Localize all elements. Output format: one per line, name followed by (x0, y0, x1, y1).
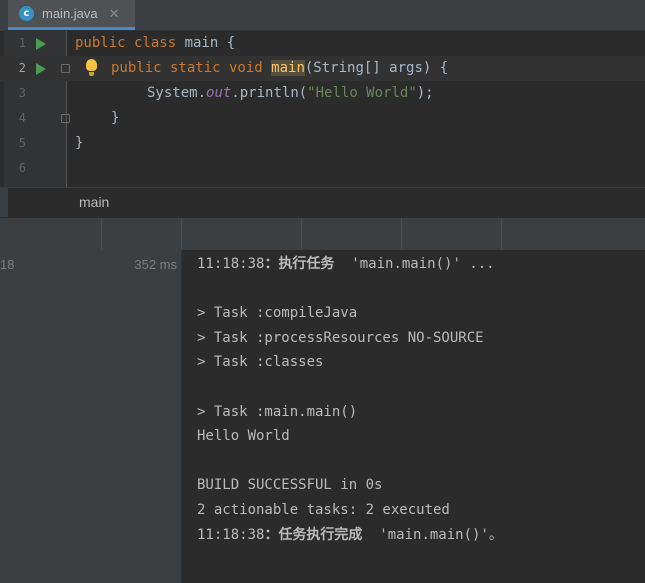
code-editor[interactable]: 1 public class main { 2 public static vo… (0, 31, 645, 187)
run-duration: 352 ms (134, 257, 177, 272)
code-token: main (184, 35, 219, 51)
console-line: 11:18:38：任务执行完成 'main.main()'。 (197, 526, 503, 543)
code-token: } (111, 110, 120, 126)
code-token: out (206, 85, 232, 101)
run-tree-panel: 18 352 ms (0, 250, 182, 583)
fold-marker-icon[interactable] (61, 114, 70, 123)
line-number: 2 (18, 61, 26, 75)
console-line: Hello World (197, 428, 290, 445)
code-token: } (75, 135, 84, 151)
console-line: > Task :main.main() (197, 403, 358, 420)
run-tree-label: 18 (0, 257, 15, 272)
console-line: 11:18:38：执行任务 'main.main()' ... (197, 256, 495, 272)
run-class-icon[interactable] (36, 38, 46, 50)
code-line-6[interactable]: 6 (0, 156, 645, 181)
fold-marker-icon[interactable] (61, 64, 70, 73)
console-line: > Task :compileJava (197, 305, 358, 322)
tab-main-java[interactable]: c main.java ✕ (8, 0, 135, 30)
code-line-1[interactable]: 1 public class main { (0, 31, 645, 56)
run-method-icon[interactable] (36, 63, 46, 75)
console-line: BUILD SUCCESSFUL in 0s (197, 477, 383, 494)
line-number: 6 (18, 161, 26, 175)
code-token: ); (416, 85, 434, 101)
code-token: (String[] args) { (304, 60, 449, 76)
console-output[interactable]: 11:18:38：执行任务 'main.main()' ... > Task :… (182, 250, 645, 583)
code-token: public static void (111, 60, 272, 76)
code-line-5[interactable]: 5 } (0, 131, 645, 156)
tab-filename: main.java (42, 6, 98, 21)
code-token: public class (75, 35, 185, 51)
breadcrumb: main (0, 187, 645, 217)
lightbulb-icon[interactable] (86, 59, 97, 76)
code-line-3[interactable]: 3 System.out.println("Hello World"); (0, 81, 645, 106)
console-line: 2 actionable tasks: 2 executed (197, 502, 450, 518)
line-number: 3 (18, 86, 26, 100)
java-class-icon: c (19, 6, 34, 21)
console-line: > Task :classes (197, 354, 324, 371)
code-token: System. (147, 85, 207, 101)
close-tab-icon[interactable]: ✕ (109, 6, 120, 22)
code-token: main (271, 60, 305, 76)
run-tool-window-header (0, 217, 645, 251)
breadcrumb-item-main[interactable]: main (79, 194, 109, 210)
code-line-2[interactable]: 2 public static void main(String[] args)… (0, 56, 645, 81)
line-number: 5 (18, 136, 26, 150)
line-number: 4 (18, 111, 26, 125)
line-number: 1 (18, 36, 26, 50)
code-token: .println( (231, 85, 308, 101)
code-line-4[interactable]: 4 } (0, 106, 645, 131)
code-token: "Hello World" (307, 85, 417, 101)
editor-tab-bar: c main.java ✕ (0, 0, 645, 31)
code-token: { (218, 35, 236, 51)
console-line: > Task :processResources NO-SOURCE (197, 329, 484, 346)
